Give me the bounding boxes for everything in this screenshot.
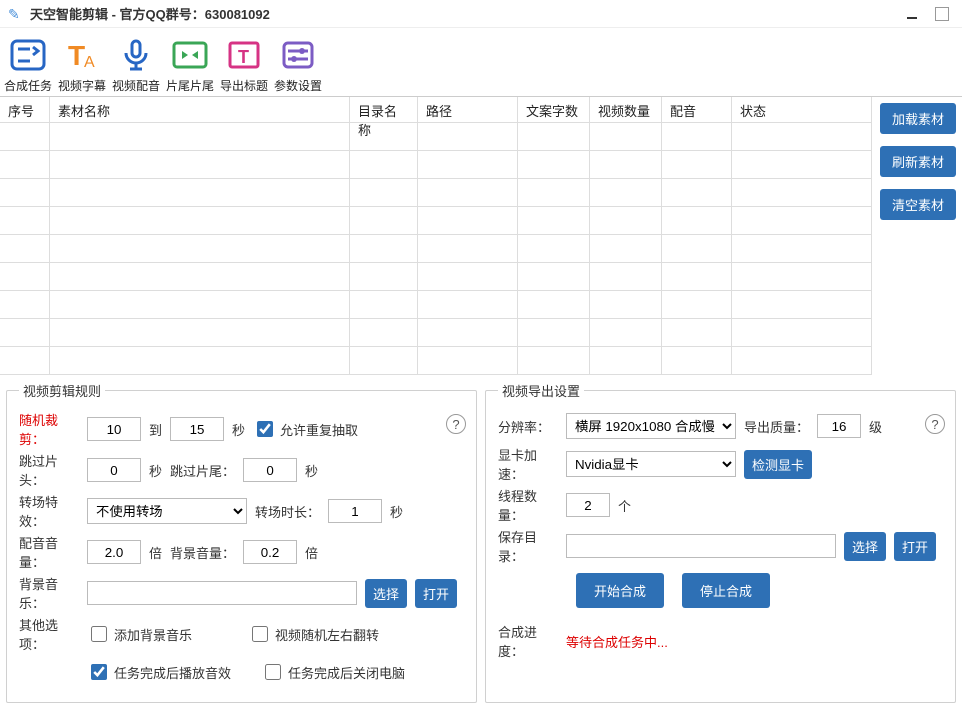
skip-head-label: 跳过片头： bbox=[19, 451, 79, 489]
add-bgm-checkbox[interactable]: 添加背景音乐 bbox=[87, 623, 192, 645]
grid-header-index[interactable]: 序号 bbox=[0, 97, 50, 123]
grid-header-dub[interactable]: 配音 bbox=[662, 97, 732, 123]
resolution-label: 分辨率： bbox=[498, 417, 558, 436]
toolbar-subtitle-button[interactable]: TA 视频字幕 bbox=[56, 32, 108, 94]
grid-header-status[interactable]: 状态 bbox=[732, 97, 872, 123]
maximize-button[interactable] bbox=[930, 4, 954, 24]
save-dir-label: 保存目录： bbox=[498, 527, 558, 565]
settings-icon bbox=[274, 34, 322, 76]
stop-compose-button[interactable]: 停止合成 bbox=[682, 573, 770, 608]
svg-text:A: A bbox=[84, 54, 95, 71]
app-logo-icon: ✎ bbox=[8, 6, 24, 22]
shutdown-done-checkbox[interactable]: 任务完成后关闭电脑 bbox=[261, 661, 405, 683]
bg-music-label: 背景音乐： bbox=[19, 574, 79, 612]
progress-label: 合成进度： bbox=[498, 622, 558, 660]
titlebar: ✎ 天空智能剪辑 - 官方QQ群号：630081092 bbox=[0, 0, 962, 28]
transition-dur-input[interactable] bbox=[328, 499, 382, 523]
grid-header-path[interactable]: 路径 bbox=[418, 97, 518, 123]
grid-header-name[interactable]: 素材名称 bbox=[50, 97, 350, 123]
random-cut-to-input[interactable] bbox=[170, 417, 224, 441]
help-icon[interactable]: ? bbox=[925, 414, 945, 434]
toolbar-clip-button[interactable]: 片尾片尾 bbox=[164, 32, 216, 94]
transition-fx-select[interactable]: 不使用转场 bbox=[87, 498, 247, 524]
resolution-select[interactable]: 横屏 1920x1080 合成慢 bbox=[566, 413, 736, 439]
bg-music-choose-button[interactable]: 选择 bbox=[365, 579, 407, 608]
refresh-material-button[interactable]: 刷新素材 bbox=[880, 146, 956, 177]
random-flip-checkbox[interactable]: 视频随机左右翻转 bbox=[248, 623, 379, 645]
table-row[interactable] bbox=[0, 291, 872, 319]
allow-repeat-checkbox[interactable]: 允许重复抽取 bbox=[253, 418, 358, 440]
skip-tail-input[interactable] bbox=[243, 458, 297, 482]
table-row[interactable] bbox=[0, 151, 872, 179]
svg-text:T: T bbox=[238, 47, 249, 67]
toolbar-param-button[interactable]: 参数设置 bbox=[272, 32, 324, 94]
subtitle-icon: TA bbox=[58, 34, 106, 76]
random-cut-from-input[interactable] bbox=[87, 417, 141, 441]
title-icon: T bbox=[220, 34, 268, 76]
table-row[interactable] bbox=[0, 123, 872, 151]
transition-dur-label: 转场时长： bbox=[255, 502, 320, 521]
grid-header-words[interactable]: 文案字数 bbox=[518, 97, 590, 123]
skip-head-input[interactable] bbox=[87, 458, 141, 482]
table-row[interactable] bbox=[0, 179, 872, 207]
minimize-button[interactable] bbox=[900, 4, 924, 24]
random-cut-label: 随机裁剪： bbox=[19, 410, 79, 448]
grid-header-dir[interactable]: 目录名称 bbox=[350, 97, 418, 123]
table-row[interactable] bbox=[0, 347, 872, 375]
export-settings-panel: 视频导出设置 ? 分辨率： 横屏 1920x1080 合成慢 导出质量： 级 显… bbox=[485, 381, 956, 703]
table-row[interactable] bbox=[0, 235, 872, 263]
quality-input[interactable] bbox=[817, 414, 861, 438]
help-icon[interactable]: ? bbox=[446, 414, 466, 434]
bg-vol-input[interactable] bbox=[243, 540, 297, 564]
save-dir-input[interactable] bbox=[566, 534, 836, 558]
table-row[interactable] bbox=[0, 207, 872, 235]
toolbar-title-button[interactable]: T 导出标题 bbox=[218, 32, 270, 94]
window-title: 天空智能剪辑 - 官方QQ群号：630081092 bbox=[30, 4, 270, 23]
table-row[interactable] bbox=[0, 319, 872, 347]
bg-music-open-button[interactable]: 打开 bbox=[415, 579, 457, 608]
save-dir-choose-button[interactable]: 选择 bbox=[844, 532, 886, 561]
detect-gpu-button[interactable]: 检测显卡 bbox=[744, 450, 812, 479]
other-opts-label: 其他选项： bbox=[19, 615, 79, 653]
gpu-select[interactable]: Nvidia显卡 bbox=[566, 451, 736, 477]
toolbar-dub-button[interactable]: 视频配音 bbox=[110, 32, 162, 94]
transition-fx-label: 转场特效： bbox=[19, 492, 79, 530]
clear-material-button[interactable]: 清空素材 bbox=[880, 189, 956, 220]
table-row[interactable] bbox=[0, 263, 872, 291]
load-material-button[interactable]: 加载素材 bbox=[880, 103, 956, 134]
main-toolbar: 合成任务 TA 视频字幕 视频配音 片尾片尾 T 导出标题 参数设置 bbox=[0, 28, 962, 96]
edit-rules-legend: 视频剪辑规则 bbox=[19, 381, 105, 400]
material-grid[interactable]: 序号 素材名称 目录名称 路径 文案字数 视频数量 配音 状态 bbox=[0, 97, 872, 375]
grid-header-count[interactable]: 视频数量 bbox=[590, 97, 662, 123]
quality-label: 导出质量： bbox=[744, 417, 809, 436]
bg-music-input[interactable] bbox=[87, 581, 357, 605]
threads-label: 线程数量： bbox=[498, 486, 558, 524]
gpu-label: 显卡加速： bbox=[498, 445, 558, 483]
export-legend: 视频导出设置 bbox=[498, 381, 584, 400]
dub-vol-label: 配音音量： bbox=[19, 533, 79, 571]
toolbar-compose-button[interactable]: 合成任务 bbox=[2, 32, 54, 94]
compose-icon bbox=[4, 34, 52, 76]
threads-input[interactable] bbox=[566, 493, 610, 517]
play-sound-done-checkbox[interactable]: 任务完成后播放音效 bbox=[87, 661, 231, 683]
edit-rules-panel: 视频剪辑规则 ? 随机裁剪： 到 秒 允许重复抽取 跳过片头： 秒 跳过片尾： … bbox=[6, 381, 477, 703]
save-dir-open-button[interactable]: 打开 bbox=[894, 532, 936, 561]
clip-icon bbox=[166, 34, 214, 76]
svg-text:T: T bbox=[68, 40, 85, 71]
bg-vol-label: 背景音量： bbox=[170, 543, 235, 562]
progress-status: 等待合成任务中... bbox=[566, 632, 668, 651]
dub-vol-input[interactable] bbox=[87, 540, 141, 564]
skip-tail-label: 跳过片尾： bbox=[170, 461, 235, 480]
start-compose-button[interactable]: 开始合成 bbox=[576, 573, 664, 608]
mic-icon bbox=[112, 34, 160, 76]
